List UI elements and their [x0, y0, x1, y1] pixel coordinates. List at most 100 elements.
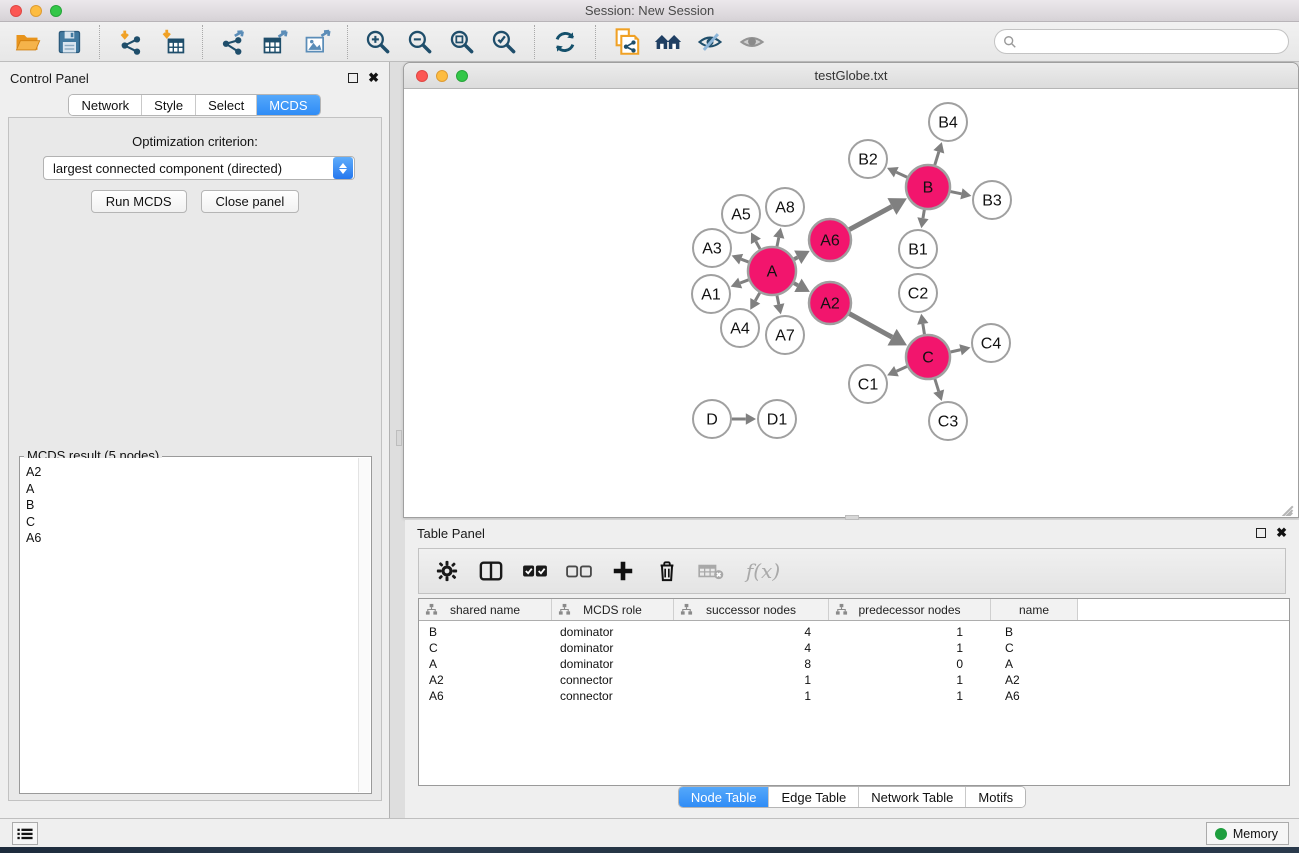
show-log-button[interactable]: [12, 822, 38, 845]
graph-edge[interactable]: [896, 172, 907, 177]
vertical-split-handle[interactable]: [396, 430, 402, 446]
column-header-name[interactable]: name: [991, 599, 1078, 620]
memory-button[interactable]: Memory: [1206, 822, 1289, 845]
tab-motifs[interactable]: Motifs: [966, 787, 1025, 807]
graph-edge[interactable]: [935, 152, 939, 165]
split-panel-icon: [478, 559, 504, 583]
first-neighbors-button[interactable]: [647, 25, 689, 59]
close-panel-icon[interactable]: ✖: [368, 73, 379, 83]
graph-edge[interactable]: [935, 379, 939, 391]
graph-node-label: B3: [982, 193, 1002, 210]
table-row[interactable]: Cdominator41C: [419, 640, 1289, 656]
graph-node-label: A8: [775, 200, 795, 217]
graph-edge[interactable]: [923, 324, 925, 334]
run-mcds-button[interactable]: Run MCDS: [91, 190, 187, 213]
clone-network-button[interactable]: [605, 25, 647, 59]
search-input[interactable]: [1017, 32, 1288, 52]
delete-columns-button[interactable]: [647, 552, 687, 590]
export-table-button[interactable]: [254, 25, 296, 59]
import-table-button[interactable]: [151, 25, 193, 59]
table-row[interactable]: Bdominator41B: [419, 624, 1289, 640]
resize-grip-icon[interactable]: [1281, 500, 1295, 514]
tab-mcds[interactable]: MCDS: [257, 95, 319, 115]
export-network-button[interactable]: [212, 25, 254, 59]
list-item[interactable]: A6: [26, 530, 358, 547]
show-all-button[interactable]: [731, 25, 773, 59]
criterion-dropdown[interactable]: largest connected component (directed): [43, 156, 355, 180]
refresh-view-button[interactable]: [544, 25, 586, 59]
mcds-result-groupbox: MCDS result (5 nodes) A2 A B C A6: [19, 456, 372, 794]
tab-network-table[interactable]: Network Table: [859, 787, 966, 807]
column-header-successor-nodes[interactable]: successor nodes: [674, 599, 829, 620]
list-item[interactable]: C: [26, 514, 358, 531]
close-window-button[interactable]: [10, 5, 22, 17]
minimize-window-button[interactable]: [30, 5, 42, 17]
network-close-button[interactable]: [416, 70, 428, 82]
graph-edge[interactable]: [896, 366, 907, 371]
zoom-out-button[interactable]: [399, 25, 441, 59]
search-field[interactable]: [994, 29, 1289, 54]
select-all-columns-button[interactable]: [515, 552, 555, 590]
graph-edge[interactable]: [794, 257, 798, 259]
list-item[interactable]: A2: [26, 464, 358, 481]
network-minimize-button[interactable]: [436, 70, 448, 82]
tab-select[interactable]: Select: [196, 95, 257, 115]
toggle-panel-mode-button[interactable]: [471, 552, 511, 590]
table-row[interactable]: A6connector11A6: [419, 688, 1289, 704]
table-settings-button[interactable]: [427, 552, 467, 590]
export-image-button[interactable]: [296, 25, 338, 59]
graph-edge[interactable]: [950, 350, 960, 352]
table-row[interactable]: A2connector11A2: [419, 672, 1289, 688]
add-column-button[interactable]: [603, 552, 643, 590]
zoom-fit-button[interactable]: [441, 25, 483, 59]
tab-node-table[interactable]: Node Table: [679, 787, 770, 807]
list-item[interactable]: A: [26, 481, 358, 498]
network-window-titlebar[interactable]: testGlobe.txt: [404, 63, 1298, 89]
graph-edge[interactable]: [741, 259, 749, 262]
graph-edge[interactable]: [849, 207, 892, 230]
graph-edge[interactable]: [923, 210, 924, 218]
column-header-mcds-role[interactable]: MCDS role: [552, 599, 674, 620]
column-header-shared-name[interactable]: shared name: [419, 599, 552, 620]
tab-style[interactable]: Style: [142, 95, 196, 115]
criterion-selected-value: largest connected component (directed): [44, 161, 333, 176]
float-panel-icon[interactable]: [348, 73, 358, 83]
graph-edge[interactable]: [756, 241, 760, 249]
close-panel-button[interactable]: Close panel: [201, 190, 300, 213]
mcds-result-list[interactable]: A2 A B C A6: [21, 458, 358, 792]
dropdown-stepper-icon: [333, 157, 353, 179]
table-row[interactable]: Adominator80A: [419, 656, 1289, 672]
hide-selected-button[interactable]: [689, 25, 731, 59]
table-panel: Table Panel ✖ f(x) shared name MCDS role…: [405, 520, 1299, 818]
network-zoom-button[interactable]: [456, 70, 468, 82]
column-header-filler: [1078, 599, 1289, 620]
graph-edge[interactable]: [740, 280, 748, 283]
graph-edge[interactable]: [794, 283, 798, 285]
graph-edge[interactable]: [777, 238, 779, 247]
graph-node-label: C2: [908, 286, 929, 303]
zoom-window-button[interactable]: [50, 5, 62, 17]
network-canvas[interactable]: AA1A2A3A4A5A6A7A8BB1B2B3B4CC1C2C3C4DD1: [405, 90, 1297, 516]
edge-arrowhead-icon: [773, 228, 784, 239]
column-header-predecessor-nodes[interactable]: predecessor nodes: [829, 599, 991, 620]
zoom-in-button[interactable]: [357, 25, 399, 59]
delete-table-button[interactable]: [691, 552, 731, 590]
unselect-all-columns-button[interactable]: [559, 552, 599, 590]
tab-network[interactable]: Network: [69, 95, 142, 115]
memory-status-icon: [1215, 828, 1227, 840]
function-builder-button[interactable]: f(x): [735, 552, 791, 590]
float-table-panel-icon[interactable]: [1256, 528, 1266, 538]
close-table-panel-icon[interactable]: ✖: [1276, 528, 1287, 538]
graph-edge[interactable]: [755, 293, 759, 301]
result-list-scrollbar[interactable]: [358, 458, 370, 792]
zoom-selected-button[interactable]: [483, 25, 525, 59]
graph-node-label: A1: [701, 287, 721, 304]
graph-edge[interactable]: [849, 314, 892, 338]
save-session-button[interactable]: [48, 25, 90, 59]
open-session-button[interactable]: [6, 25, 48, 59]
tab-edge-table[interactable]: Edge Table: [769, 787, 859, 807]
import-network-button[interactable]: [109, 25, 151, 59]
graph-edge[interactable]: [777, 295, 779, 304]
list-item[interactable]: B: [26, 497, 358, 514]
graph-edge[interactable]: [951, 192, 962, 194]
